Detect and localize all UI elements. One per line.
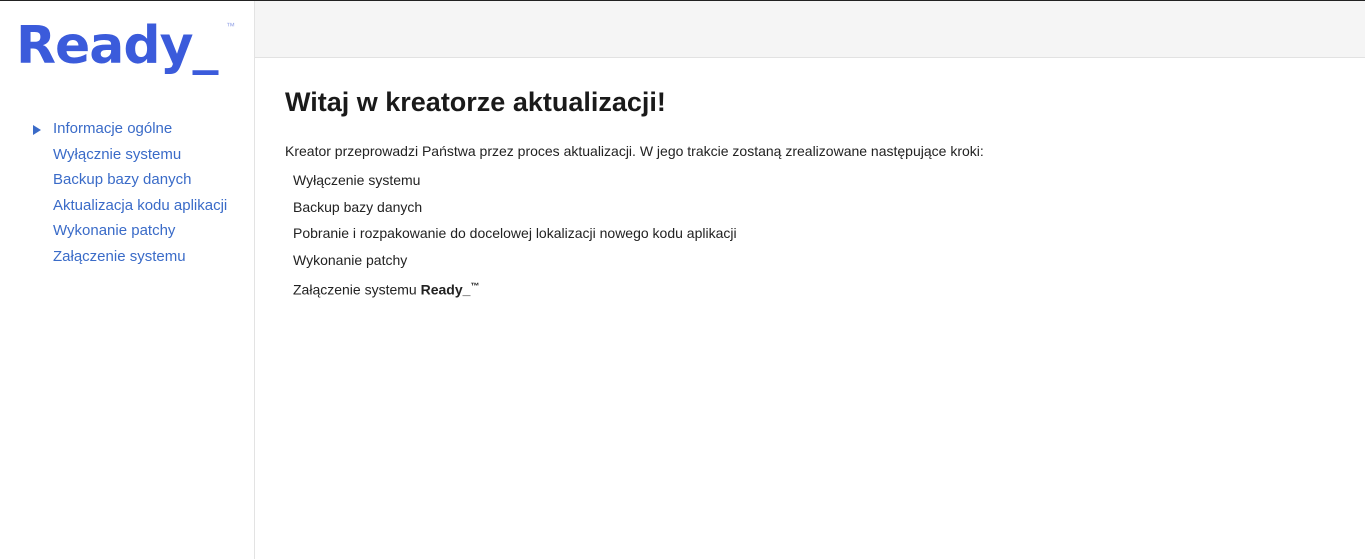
sidebar-item-aktualizacja-kodu[interactable]: Aktualizacja kodu aplikacji [0,196,254,222]
brand-name: Ready_ [420,281,471,298]
app-window: Ready_ ™ Informacje ogólne Wyłącznie sys… [0,0,1365,559]
step-text: Załączenie systemu [293,281,421,298]
steps-list: Wyłączenie systemu Backup bazy danych Po… [285,167,1345,303]
sidebar: Ready_ ™ Informacje ogólne Wyłącznie sys… [0,1,255,559]
intro-text: Kreator przeprowadzi Państwa przez proce… [285,143,984,159]
sidebar-item-label: Wyłącznie systemu [53,145,182,163]
wizard-steps-nav: Informacje ogólne Wyłącznie systemu Back… [0,119,254,273]
step-item: Załączenie systemu Ready_™ [293,273,1345,303]
step-item: Pobranie i rozpakowanie do docelowej lok… [293,225,737,241]
ready-logo: Ready_ ™ [16,13,246,83]
step-item: Backup bazy danych [293,198,423,215]
sidebar-item-label: Informacje ogólne [53,120,173,137]
sidebar-item-label: Aktualizacja kodu aplikacji [53,196,228,214]
sidebar-item-backup-bazy-danych[interactable]: Backup bazy danych [0,170,254,196]
sidebar-item-label: Załączenie systemu [53,247,186,265]
sidebar-item-label: Wykonanie patchy [53,222,176,240]
sidebar-item-informacje-ogolne[interactable]: Informacje ogólne [0,119,254,145]
logo-text: Ready_ [16,16,219,76]
sidebar-item-label: Backup bazy danych [53,171,192,189]
main-content: Witaj w kreatorze aktualizacji! Kreator … [285,81,1345,303]
sidebar-item-wylacznie-systemu[interactable]: Wyłącznie systemu [0,145,254,171]
triangle-right-icon [33,125,41,135]
step-item: Wykonanie patchy [293,251,408,268]
logo-trademark: ™ [226,21,235,31]
top-bar [255,1,1365,58]
brand-trademark: ™ [470,281,480,291]
sidebar-item-zalaczenie-systemu[interactable]: Załączenie systemu [0,247,254,273]
page-title: Witaj w kreatorze aktualizacji! [285,87,666,117]
step-item: Wyłączenie systemu [293,172,421,188]
sidebar-item-wykonanie-patchy[interactable]: Wykonanie patchy [0,221,254,247]
